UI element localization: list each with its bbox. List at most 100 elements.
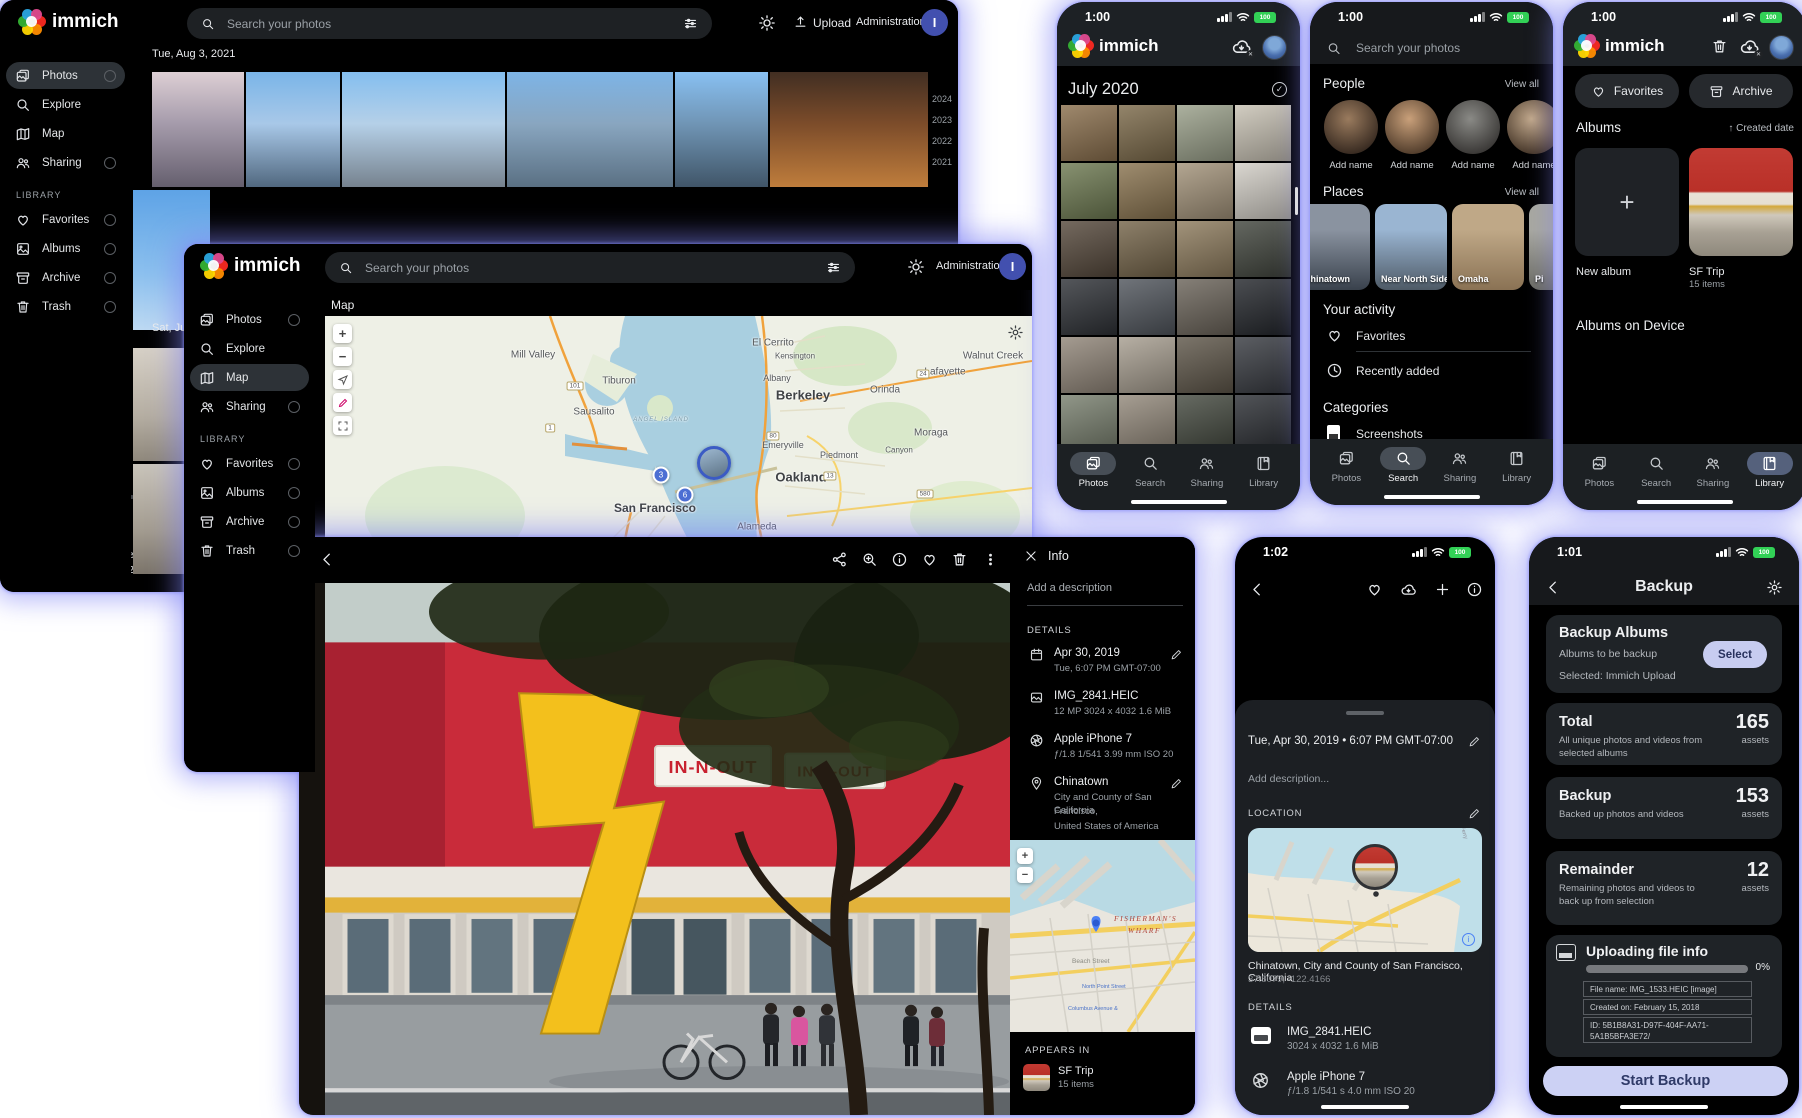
place-tile[interactable]: Chinatown	[1310, 204, 1370, 290]
timeline-year-label[interactable]: 2021	[918, 157, 952, 167]
nav-tab-photos[interactable]: Photos	[1318, 447, 1375, 489]
photo-thumbnail[interactable]	[675, 72, 768, 187]
search-input[interactable]: Search your photos	[1310, 32, 1553, 64]
info-icon[interactable]	[891, 551, 908, 568]
add-icon[interactable]	[1434, 581, 1451, 598]
mini-map-zoom-out[interactable]: −	[1017, 867, 1033, 883]
nav-tab-sharing[interactable]: Sharing	[1685, 452, 1742, 494]
sidebar-item-favorites[interactable]: Favorites	[190, 450, 309, 477]
favorite-heart-icon[interactable]	[1366, 581, 1383, 598]
sidebar-item-archive[interactable]: Archive	[190, 508, 309, 535]
delete-icon[interactable]	[951, 551, 968, 568]
filter-icon[interactable]	[826, 260, 841, 275]
nav-tab-search[interactable]: Search	[1628, 452, 1685, 494]
place-tile[interactable]: Omaha	[1452, 204, 1524, 290]
timeline-year-label[interactable]: 2023	[918, 115, 952, 125]
grid-photo[interactable]	[1177, 221, 1233, 277]
avatar[interactable]: I	[999, 253, 1026, 280]
photo-grid[interactable]	[1061, 105, 1296, 451]
locate-button[interactable]	[333, 370, 352, 389]
sort-created-date[interactable]: ↑ Created date	[1728, 123, 1794, 134]
zoom-out-button[interactable]: −	[333, 347, 352, 366]
grid-photo[interactable]	[1235, 337, 1291, 393]
edit-date-pencil-icon[interactable]	[1170, 648, 1183, 661]
photo-thumbnail[interactable]	[152, 72, 244, 187]
photo-thumbnail[interactable]	[246, 72, 340, 187]
search-input[interactable]: Search your photos	[325, 252, 855, 283]
grid-photo[interactable]	[1061, 163, 1117, 219]
edit-date-pencil-icon[interactable]	[1468, 735, 1481, 748]
grid-photo[interactable]	[1119, 395, 1175, 451]
sidebar-item-map[interactable]: Map	[6, 120, 125, 147]
upload-button[interactable]: Upload	[813, 16, 851, 30]
person-add-name[interactable]: Add name	[1438, 160, 1508, 171]
place-tile[interactable]: Near North Side	[1375, 204, 1447, 290]
nav-tab-sharing[interactable]: Sharing	[1179, 452, 1236, 494]
sidebar-item-favorites[interactable]: Favorites	[6, 206, 125, 233]
grid-photo[interactable]	[1061, 105, 1117, 161]
description-input[interactable]: Add description...	[1248, 773, 1329, 785]
back-icon[interactable]	[319, 551, 336, 568]
grid-photo[interactable]	[1061, 337, 1117, 393]
description-input[interactable]: Add a description	[1027, 582, 1112, 594]
cloud-sync-icon[interactable]: ✕	[1231, 36, 1252, 57]
timeline-year-label[interactable]: 2022	[918, 136, 952, 146]
sidebar-item-explore[interactable]: Explore	[6, 91, 125, 118]
grid-photo[interactable]	[1235, 221, 1291, 277]
location-mini-map[interactable]: i d - San Francisco Ferry	[1248, 828, 1482, 952]
album-thumbnail[interactable]	[1023, 1064, 1050, 1091]
grid-photo[interactable]	[1235, 105, 1291, 161]
more-options-icon[interactable]	[983, 551, 998, 568]
draw-button[interactable]	[333, 393, 352, 412]
map-cluster-marker[interactable]: 3	[653, 467, 670, 484]
trash-icon[interactable]	[1711, 37, 1728, 56]
album-link[interactable]: SF Trip	[1058, 1065, 1093, 1077]
nav-tab-library[interactable]: Library	[1488, 447, 1545, 489]
sidebar-item-trash[interactable]: Trash	[190, 537, 309, 564]
favorites-button[interactable]: Favorites	[1575, 74, 1679, 108]
photo-thumbnail[interactable]	[770, 72, 928, 187]
info-mini-map[interactable]: FISHERMAN'S WHARF Beach Street North Poi…	[1010, 840, 1195, 1032]
grid-photo[interactable]	[1119, 279, 1175, 335]
fullscreen-button[interactable]	[333, 416, 352, 435]
sidebar-item-trash[interactable]: Trash	[6, 293, 125, 320]
nav-tab-search[interactable]: Search	[1122, 452, 1179, 494]
map-info-icon[interactable]: i	[1462, 933, 1475, 946]
grid-photo[interactable]	[1119, 337, 1175, 393]
archive-button[interactable]: Archive	[1689, 74, 1793, 108]
upload-icon[interactable]	[793, 14, 808, 29]
home-indicator[interactable]	[1384, 495, 1480, 499]
timeline-scrubber[interactable]: 2024 2023 2022 2021	[918, 94, 952, 178]
grid-photo[interactable]	[1061, 221, 1117, 277]
drag-handle[interactable]	[1346, 711, 1384, 715]
grid-photo[interactable]	[1119, 221, 1175, 277]
back-icon[interactable]	[1249, 581, 1266, 598]
theme-toggle-icon[interactable]	[907, 258, 925, 276]
grid-photo[interactable]	[1061, 395, 1117, 451]
favorites-row[interactable]: Favorites	[1356, 329, 1405, 343]
settings-gear-icon[interactable]	[1766, 579, 1783, 596]
timeline-year-label[interactable]: 2024	[918, 94, 952, 104]
favorite-heart-icon[interactable]	[921, 551, 938, 568]
info-icon[interactable]	[1466, 581, 1483, 598]
grid-photo[interactable]	[1177, 279, 1233, 335]
avatar[interactable]	[1262, 35, 1287, 60]
map-cluster-marker[interactable]: 6	[677, 487, 694, 504]
grid-photo[interactable]	[1119, 105, 1175, 161]
share-icon[interactable]	[831, 551, 848, 568]
search-input[interactable]: Search your photos	[187, 8, 712, 39]
nav-tab-sharing[interactable]: Sharing	[1432, 447, 1489, 489]
grid-photo[interactable]	[1235, 279, 1291, 335]
close-icon[interactable]	[1024, 549, 1038, 563]
nav-tab-search[interactable]: Search	[1375, 447, 1432, 489]
sidebar-item-albums[interactable]: Albums	[6, 235, 125, 262]
sidebar-item-map[interactable]: Map	[190, 364, 309, 391]
photo-in-n-out[interactable]: IN-N-OUT IN-N-OUT	[299, 583, 1010, 1115]
grid-photo[interactable]	[1119, 163, 1175, 219]
grid-photo[interactable]	[1177, 337, 1233, 393]
start-backup-button[interactable]: Start Backup	[1543, 1066, 1788, 1096]
sidebar-item-sharing[interactable]: Sharing	[6, 149, 125, 176]
grid-photo[interactable]	[1177, 395, 1233, 451]
location-name[interactable]: Chinatown	[1054, 776, 1108, 788]
person-face[interactable]	[1385, 100, 1439, 154]
